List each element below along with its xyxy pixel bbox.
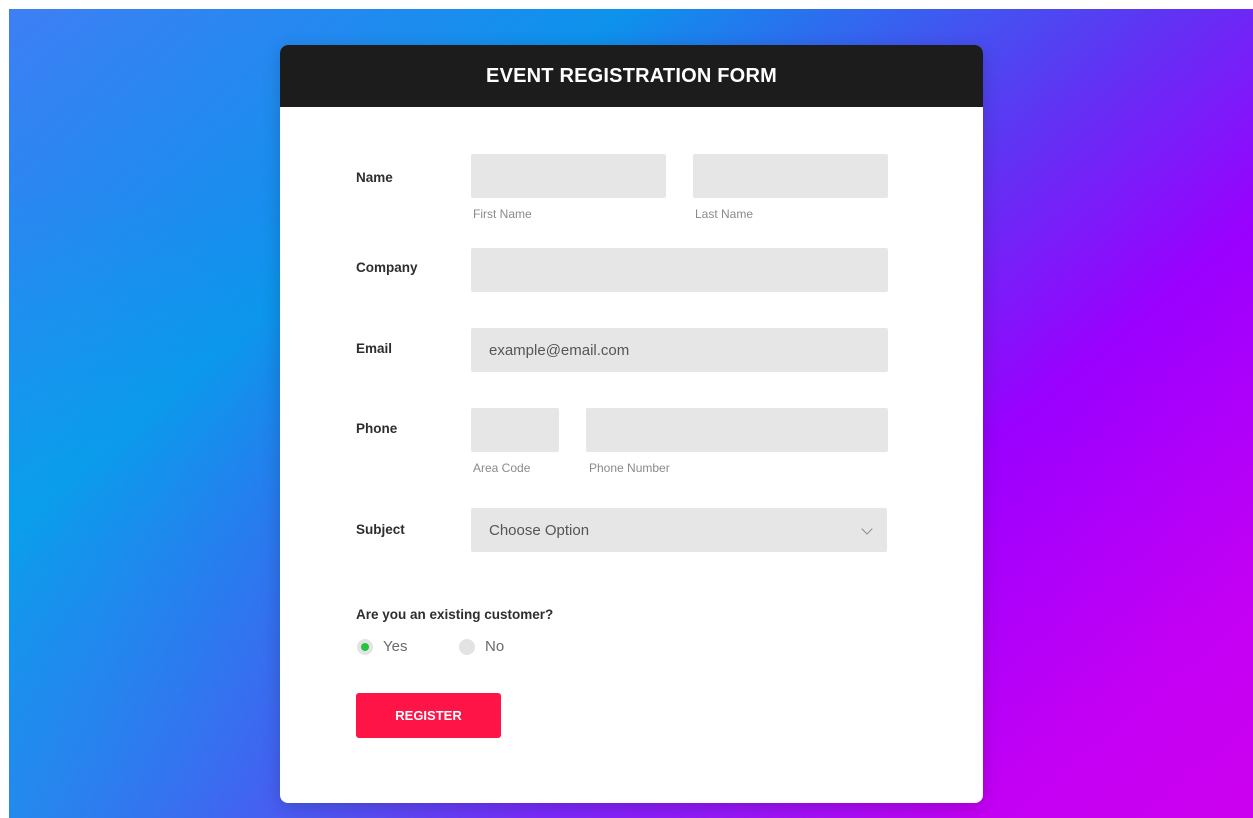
company-input[interactable]: [471, 248, 888, 292]
email-placeholder: example@email.com: [489, 341, 630, 359]
form-header: EVENT REGISTRATION FORM: [280, 45, 983, 107]
form-title: EVENT REGISTRATION FORM: [486, 64, 777, 87]
area-code-sublabel: Area Code: [473, 461, 531, 475]
subject-select[interactable]: Choose Option: [471, 508, 887, 552]
first-name-sublabel: First Name: [473, 207, 532, 221]
area-code-input[interactable]: [471, 408, 559, 452]
existing-customer-question: Are you an existing customer?: [356, 607, 554, 622]
subject-label: Subject: [356, 522, 405, 537]
radio-no-label: No: [485, 638, 505, 655]
register-button[interactable]: REGISTER: [356, 693, 501, 738]
radio-option-yes[interactable]: Yes: [357, 638, 407, 655]
email-input[interactable]: example@email.com: [471, 328, 888, 372]
email-label: Email: [356, 341, 393, 356]
chevron-down-icon: [861, 523, 873, 535]
radio-unselected-icon: [459, 638, 475, 655]
radio-yes-label: Yes: [383, 638, 408, 655]
phone-number-input[interactable]: [586, 408, 888, 452]
subject-selected-value: Choose Option: [489, 521, 590, 539]
phone-label: Phone: [356, 421, 398, 436]
last-name-input[interactable]: [693, 154, 888, 198]
phone-number-sublabel: Phone Number: [589, 461, 670, 475]
company-label: Company: [356, 260, 418, 275]
radio-selected-icon: [357, 638, 373, 655]
radio-option-no[interactable]: No: [459, 638, 504, 655]
name-label: Name: [356, 170, 393, 185]
first-name-input[interactable]: [471, 154, 666, 198]
registration-form-card: EVENT REGISTRATION FORM Name First Name …: [280, 45, 983, 803]
last-name-sublabel: Last Name: [695, 207, 754, 221]
